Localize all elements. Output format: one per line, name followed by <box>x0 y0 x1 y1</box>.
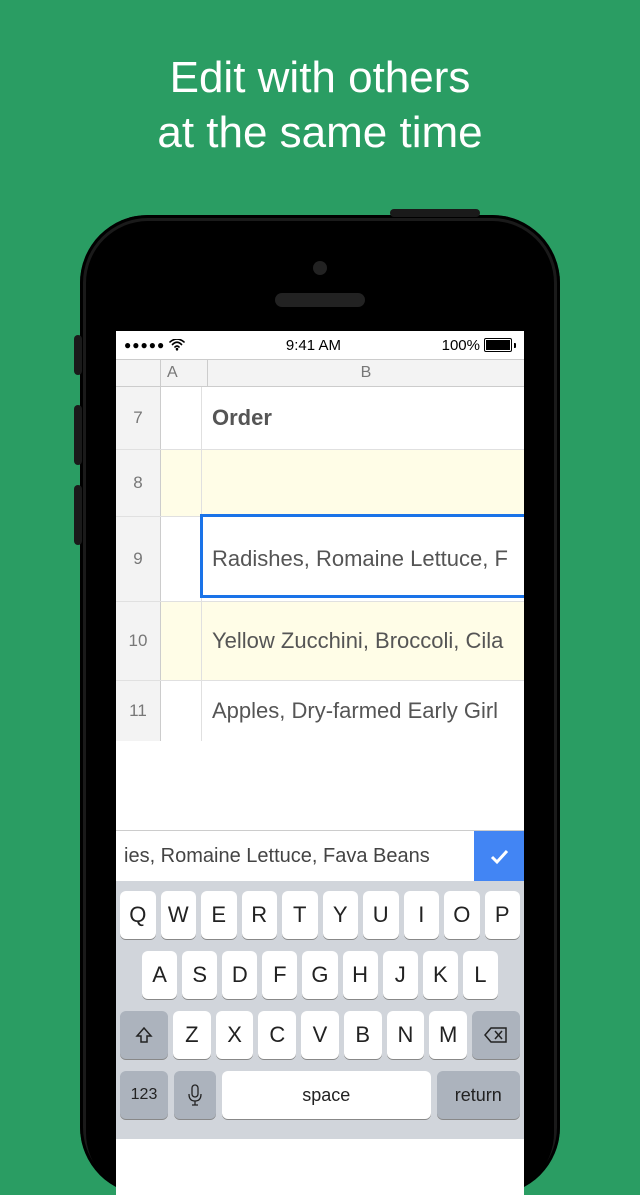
key[interactable]: Y <box>323 891 359 939</box>
row-header[interactable]: 10 <box>116 602 161 680</box>
key[interactable]: V <box>301 1011 339 1059</box>
return-key[interactable]: return <box>437 1071 520 1119</box>
signal-dots-icon: ●●●●● <box>124 338 165 352</box>
microphone-icon <box>188 1084 202 1106</box>
cell[interactable] <box>161 681 202 741</box>
key[interactable]: X <box>216 1011 254 1059</box>
sheet-row: 11 Apples, Dry-farmed Early Girl <box>116 681 524 741</box>
promo-headline: Edit with others at the same time <box>0 50 640 160</box>
numbers-key[interactable]: 123 <box>120 1071 168 1119</box>
mic-key[interactable] <box>174 1071 216 1119</box>
key[interactable]: R <box>242 891 278 939</box>
check-icon <box>487 844 511 868</box>
key[interactable]: G <box>302 951 337 999</box>
wifi-icon <box>169 339 185 351</box>
cell[interactable] <box>161 602 202 680</box>
key[interactable]: W <box>161 891 197 939</box>
cell-selected[interactable]: Radishes, Romaine Lettuce, F <box>202 517 524 601</box>
key[interactable]: U <box>363 891 399 939</box>
shift-icon <box>134 1025 154 1045</box>
row-header[interactable]: 8 <box>116 450 161 516</box>
cell[interactable]: Order <box>202 387 524 449</box>
key[interactable]: P <box>485 891 521 939</box>
cell[interactable] <box>161 517 202 601</box>
keyboard-row: 123 space return <box>120 1071 520 1119</box>
status-bar: ●●●●● 9:41 AM 100% <box>116 331 524 359</box>
key[interactable]: B <box>344 1011 382 1059</box>
battery-icon <box>484 338 516 352</box>
cell-edit-input[interactable]: ies, Romaine Lettuce, Fava Beans <box>116 831 474 881</box>
cell-edit-bar: ies, Romaine Lettuce, Fava Beans <box>116 830 524 881</box>
confirm-edit-button[interactable] <box>474 831 524 881</box>
key[interactable]: C <box>258 1011 296 1059</box>
key[interactable]: S <box>182 951 217 999</box>
key[interactable]: K <box>423 951 458 999</box>
key[interactable]: O <box>444 891 480 939</box>
cell[interactable]: Apples, Dry-farmed Early Girl <box>202 681 524 741</box>
cell[interactable] <box>161 387 202 449</box>
keyboard-row: Q W E R T Y U I O P <box>120 891 520 939</box>
column-header[interactable]: B <box>208 360 524 386</box>
key[interactable]: M <box>429 1011 467 1059</box>
row-header[interactable]: 9 <box>116 517 161 601</box>
key[interactable]: I <box>404 891 440 939</box>
key[interactable]: F <box>262 951 297 999</box>
keyboard-row: Z X C V B N M <box>120 1011 520 1059</box>
status-time: 9:41 AM <box>286 337 341 354</box>
phone-screen: ●●●●● 9:41 AM 100% A B <box>116 331 524 1195</box>
backspace-icon <box>484 1026 508 1044</box>
cell[interactable]: Yellow Zucchini, Broccoli, Cila <box>202 602 524 680</box>
battery-percent: 100% <box>442 337 480 354</box>
key[interactable]: H <box>343 951 378 999</box>
keyboard-row: A S D F G H J K L <box>120 951 520 999</box>
key[interactable]: Z <box>173 1011 211 1059</box>
software-keyboard: Q W E R T Y U I O P A S D F G H <box>116 881 524 1139</box>
column-header[interactable]: A <box>161 360 208 386</box>
sheet-row: 9 Radishes, Romaine Lettuce, F <box>116 517 524 602</box>
column-header-row: A B <box>116 360 524 387</box>
space-key[interactable]: space <box>222 1071 431 1119</box>
row-header[interactable]: 7 <box>116 387 161 449</box>
cell[interactable] <box>202 450 524 516</box>
sheet-row: 8 <box>116 450 524 517</box>
key[interactable]: Q <box>120 891 156 939</box>
key[interactable]: N <box>387 1011 425 1059</box>
key[interactable]: A <box>142 951 177 999</box>
cell[interactable] <box>161 450 202 516</box>
phone-frame: ●●●●● 9:41 AM 100% A B <box>80 215 560 1195</box>
key[interactable]: L <box>463 951 498 999</box>
sheet-row: 7 Order <box>116 387 524 450</box>
sheet-row: 10 Yellow Zucchini, Broccoli, Cila <box>116 602 524 681</box>
row-header[interactable]: 11 <box>116 681 161 741</box>
key[interactable]: J <box>383 951 418 999</box>
shift-key[interactable] <box>120 1011 168 1059</box>
key[interactable]: T <box>282 891 318 939</box>
key[interactable]: E <box>201 891 237 939</box>
spreadsheet-grid[interactable]: A B 7 Order 8 9 Radishes, Romaine Lettuc… <box>116 359 524 830</box>
backspace-key[interactable] <box>472 1011 520 1059</box>
key[interactable]: D <box>222 951 257 999</box>
